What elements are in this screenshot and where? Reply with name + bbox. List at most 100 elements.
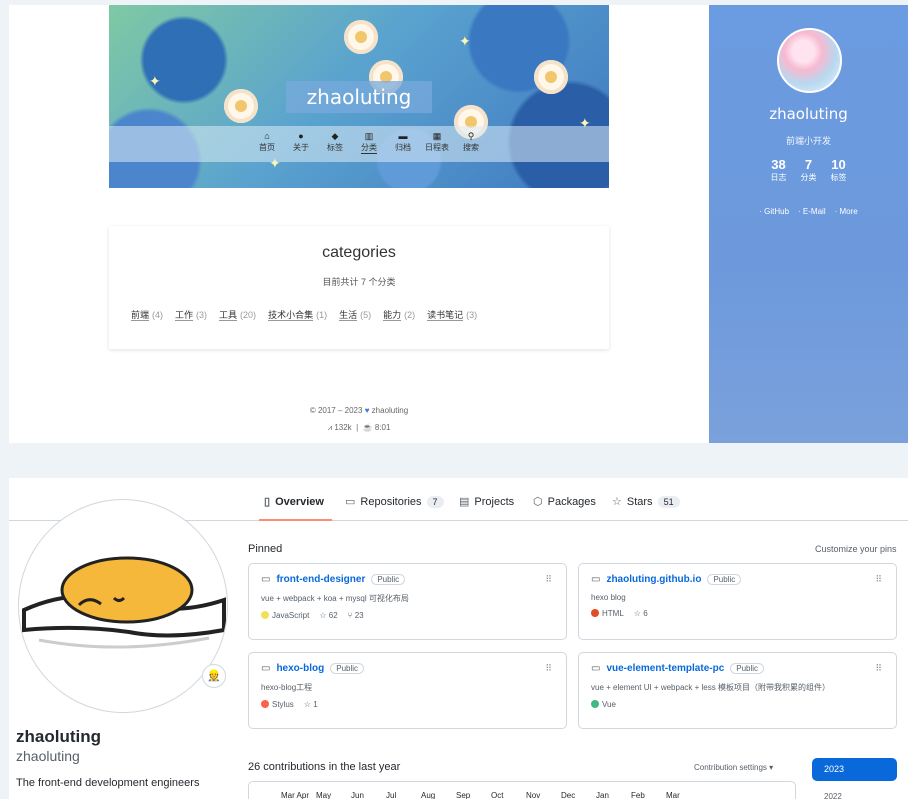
categories-list: 前端 (4) 工作 (3) 工具 (20) 技术小合集 (1) 生活 (5) 能力 (2) … <box>131 308 609 321</box>
pinned-repo-card: ▭ hexo-blog Public ⠿ hexo-blog工程 Stylus ☆ … <box>248 652 567 729</box>
tab-repositories[interactable]: ▭ Repositories 7 <box>345 495 444 508</box>
github-profile-screenshot: ▯ Overview ▭ Repositories 7 ▤ Projects ⬡… <box>9 478 908 799</box>
category-item: 工具 (20) <box>219 310 257 321</box>
category-link[interactable]: 生活 <box>339 310 358 321</box>
repo-language: HTML <box>591 609 624 618</box>
repo-description: hexo blog <box>591 593 626 602</box>
repo-link[interactable]: hexo-blog <box>276 663 324 674</box>
nav-item-archives[interactable]: ▬ 归档 <box>388 126 418 162</box>
repo-count-badge: 7 <box>426 495 444 508</box>
category-link[interactable]: 能力 <box>383 310 402 321</box>
github-link[interactable]: · GitHub <box>759 207 789 216</box>
categories-card: categories 目前共计 7 个分类 前端 (4) 工作 (3) 工具 (20)… <box>109 226 609 349</box>
repo-language: Vue <box>591 700 616 709</box>
repo-link[interactable]: zhaoluting.github.io <box>606 574 701 585</box>
visibility-badge: Public <box>730 663 765 674</box>
nav-item-about[interactable]: ● 关于 <box>286 126 316 162</box>
nav-item-search[interactable]: ⚲ 搜索 <box>456 126 486 162</box>
tab-overview[interactable]: ▯ Overview <box>264 495 324 509</box>
site-title[interactable]: zhaoluting <box>286 81 432 113</box>
avatar[interactable] <box>18 499 228 713</box>
category-item: 能力 (2) <box>383 310 416 321</box>
tab-packages[interactable]: ⬡ Packages <box>533 495 596 509</box>
tab-projects[interactable]: ▤ Projects <box>459 495 514 509</box>
more-link[interactable]: · More <box>835 207 858 216</box>
fork-icon: ⑂ <box>347 611 353 620</box>
star-icon: ☆ <box>319 611 327 620</box>
chart-icon: ⩘ <box>327 423 333 432</box>
blog-screenshot: ✦ ✦ ✦ ✦ zhaoluting ⌂ 首页 ● 关于 ◆ 标签 ▥ 分类 ▬ 归档 ▦… <box>9 5 908 443</box>
star-icon: ☆ <box>633 609 641 618</box>
coffee-icon: ☕ <box>362 423 373 432</box>
stat-posts[interactable]: 38 日志 <box>771 157 787 183</box>
repo-stars[interactable]: ☆ 6 <box>634 609 648 618</box>
search-icon: ⚲ <box>467 131 475 141</box>
language-color-dot <box>261 700 269 708</box>
repo-description: vue + webpack + koa + mysql 可视化布局 <box>261 594 409 603</box>
repo-description: hexo-blog工程 <box>261 683 313 692</box>
user-icon: ● <box>298 131 304 141</box>
repo-stars[interactable]: ☆ 1 <box>304 700 318 709</box>
visibility-badge: Public <box>330 663 365 674</box>
repo-language: Stylus <box>261 700 294 709</box>
flower-decoration <box>224 89 258 123</box>
category-link[interactable]: 前端 <box>131 310 150 321</box>
repo-description: vue + element UI + webpack + less 模板项目（附… <box>591 683 830 692</box>
month-labels: Mar Apr May Jun Jul Aug Sep Oct Nov Dec … <box>281 791 680 799</box>
repo-language: JavaScript <box>261 611 309 620</box>
blog-sidebar: zhaoluting 前端小开发 38 日志 7 分类 10 标签 · GitHub … <box>709 5 908 443</box>
copyright-line: © 2017 – 2023 ♥ zhaoluting <box>309 406 409 415</box>
profile-username: zhaoluting <box>16 748 80 764</box>
hero-banner: ✦ ✦ ✦ ✦ zhaoluting ⌂ 首页 ● 关于 ◆ 标签 ▥ 分类 ▬ 归档 ▦… <box>109 5 609 188</box>
sparkle-icon: ✦ <box>149 73 161 89</box>
category-link[interactable]: 工作 <box>175 310 194 321</box>
categories-count: 目前共计 7 个分类 <box>322 277 396 287</box>
drag-handle-icon[interactable]: ⠿ <box>545 663 552 674</box>
gudetama-image <box>22 556 226 649</box>
pinned-repo-card: ▭ front-end-designer Public ⠿ vue + webpac… <box>248 563 567 640</box>
repo-link[interactable]: vue-element-template-pc <box>606 663 724 674</box>
category-link[interactable]: 工具 <box>219 310 238 321</box>
repo-stars[interactable]: ☆ 62 <box>319 611 337 620</box>
profile-fullname: zhaoluting <box>16 727 101 746</box>
year-2023-button[interactable]: 2023 <box>812 758 897 781</box>
category-item: 工作 (3) <box>175 310 208 321</box>
flower-decoration <box>344 20 378 54</box>
category-link[interactable]: 技术小合集 <box>268 310 314 321</box>
calendar-icon: ▦ <box>432 131 442 141</box>
repo-icon: ▭ <box>591 663 601 674</box>
customize-pins-link[interactable]: Customize your pins <box>815 544 897 554</box>
repo-forks[interactable]: ⑂ 23 <box>348 611 364 620</box>
email-link[interactable]: · E-Mail <box>798 207 826 216</box>
category-item: 前端 (4) <box>131 310 164 321</box>
repo-link[interactable]: front-end-designer <box>276 574 365 585</box>
avatar <box>777 28 842 93</box>
sparkle-icon: ✦ <box>459 33 471 49</box>
repo-icon: ▭ <box>261 574 271 585</box>
blog-footer: © 2017 – 2023 ♥ zhaoluting ⩘ 132k | ☕ 8:… <box>109 402 609 436</box>
category-link[interactable]: 读书笔记 <box>427 310 464 321</box>
year-2022-link[interactable]: 2022 <box>824 792 842 799</box>
nav-item-schedule[interactable]: ▦ 日程表 <box>422 126 452 162</box>
tab-stars[interactable]: ☆ Stars 51 <box>612 495 680 508</box>
sidebar-links: · GitHub · E-Mail · More <box>709 207 908 216</box>
drag-handle-icon[interactable]: ⠿ <box>875 574 882 585</box>
flower-decoration <box>534 60 568 94</box>
stat-tags[interactable]: 10 标签 <box>831 157 847 183</box>
stat-categories[interactable]: 7 分类 <box>801 157 817 183</box>
language-color-dot <box>261 611 269 619</box>
drag-handle-icon[interactable]: ⠿ <box>545 574 552 585</box>
visibility-badge: Public <box>707 574 742 585</box>
nav-item-home[interactable]: ⌂ 首页 <box>252 126 282 162</box>
categories-title: categories <box>322 244 396 261</box>
contributions-heading: 26 contributions in the last year <box>248 761 401 773</box>
category-item: 读书笔记 (3) <box>427 310 478 321</box>
pinned-repo-card: ▭ zhaoluting.github.io Public ⠿ hexo blog … <box>578 563 897 640</box>
contribution-settings-dropdown[interactable]: Contribution settings ▾ <box>694 763 773 772</box>
drag-handle-icon[interactable]: ⠿ <box>875 663 882 674</box>
status-emoji-button[interactable]: 👷 <box>202 664 226 688</box>
nav-item-categories[interactable]: ▥ 分类 <box>354 126 384 162</box>
category-item: 生活 (5) <box>339 310 372 321</box>
nav-item-tags[interactable]: ◆ 标签 <box>320 126 350 162</box>
home-icon: ⌂ <box>264 131 270 141</box>
